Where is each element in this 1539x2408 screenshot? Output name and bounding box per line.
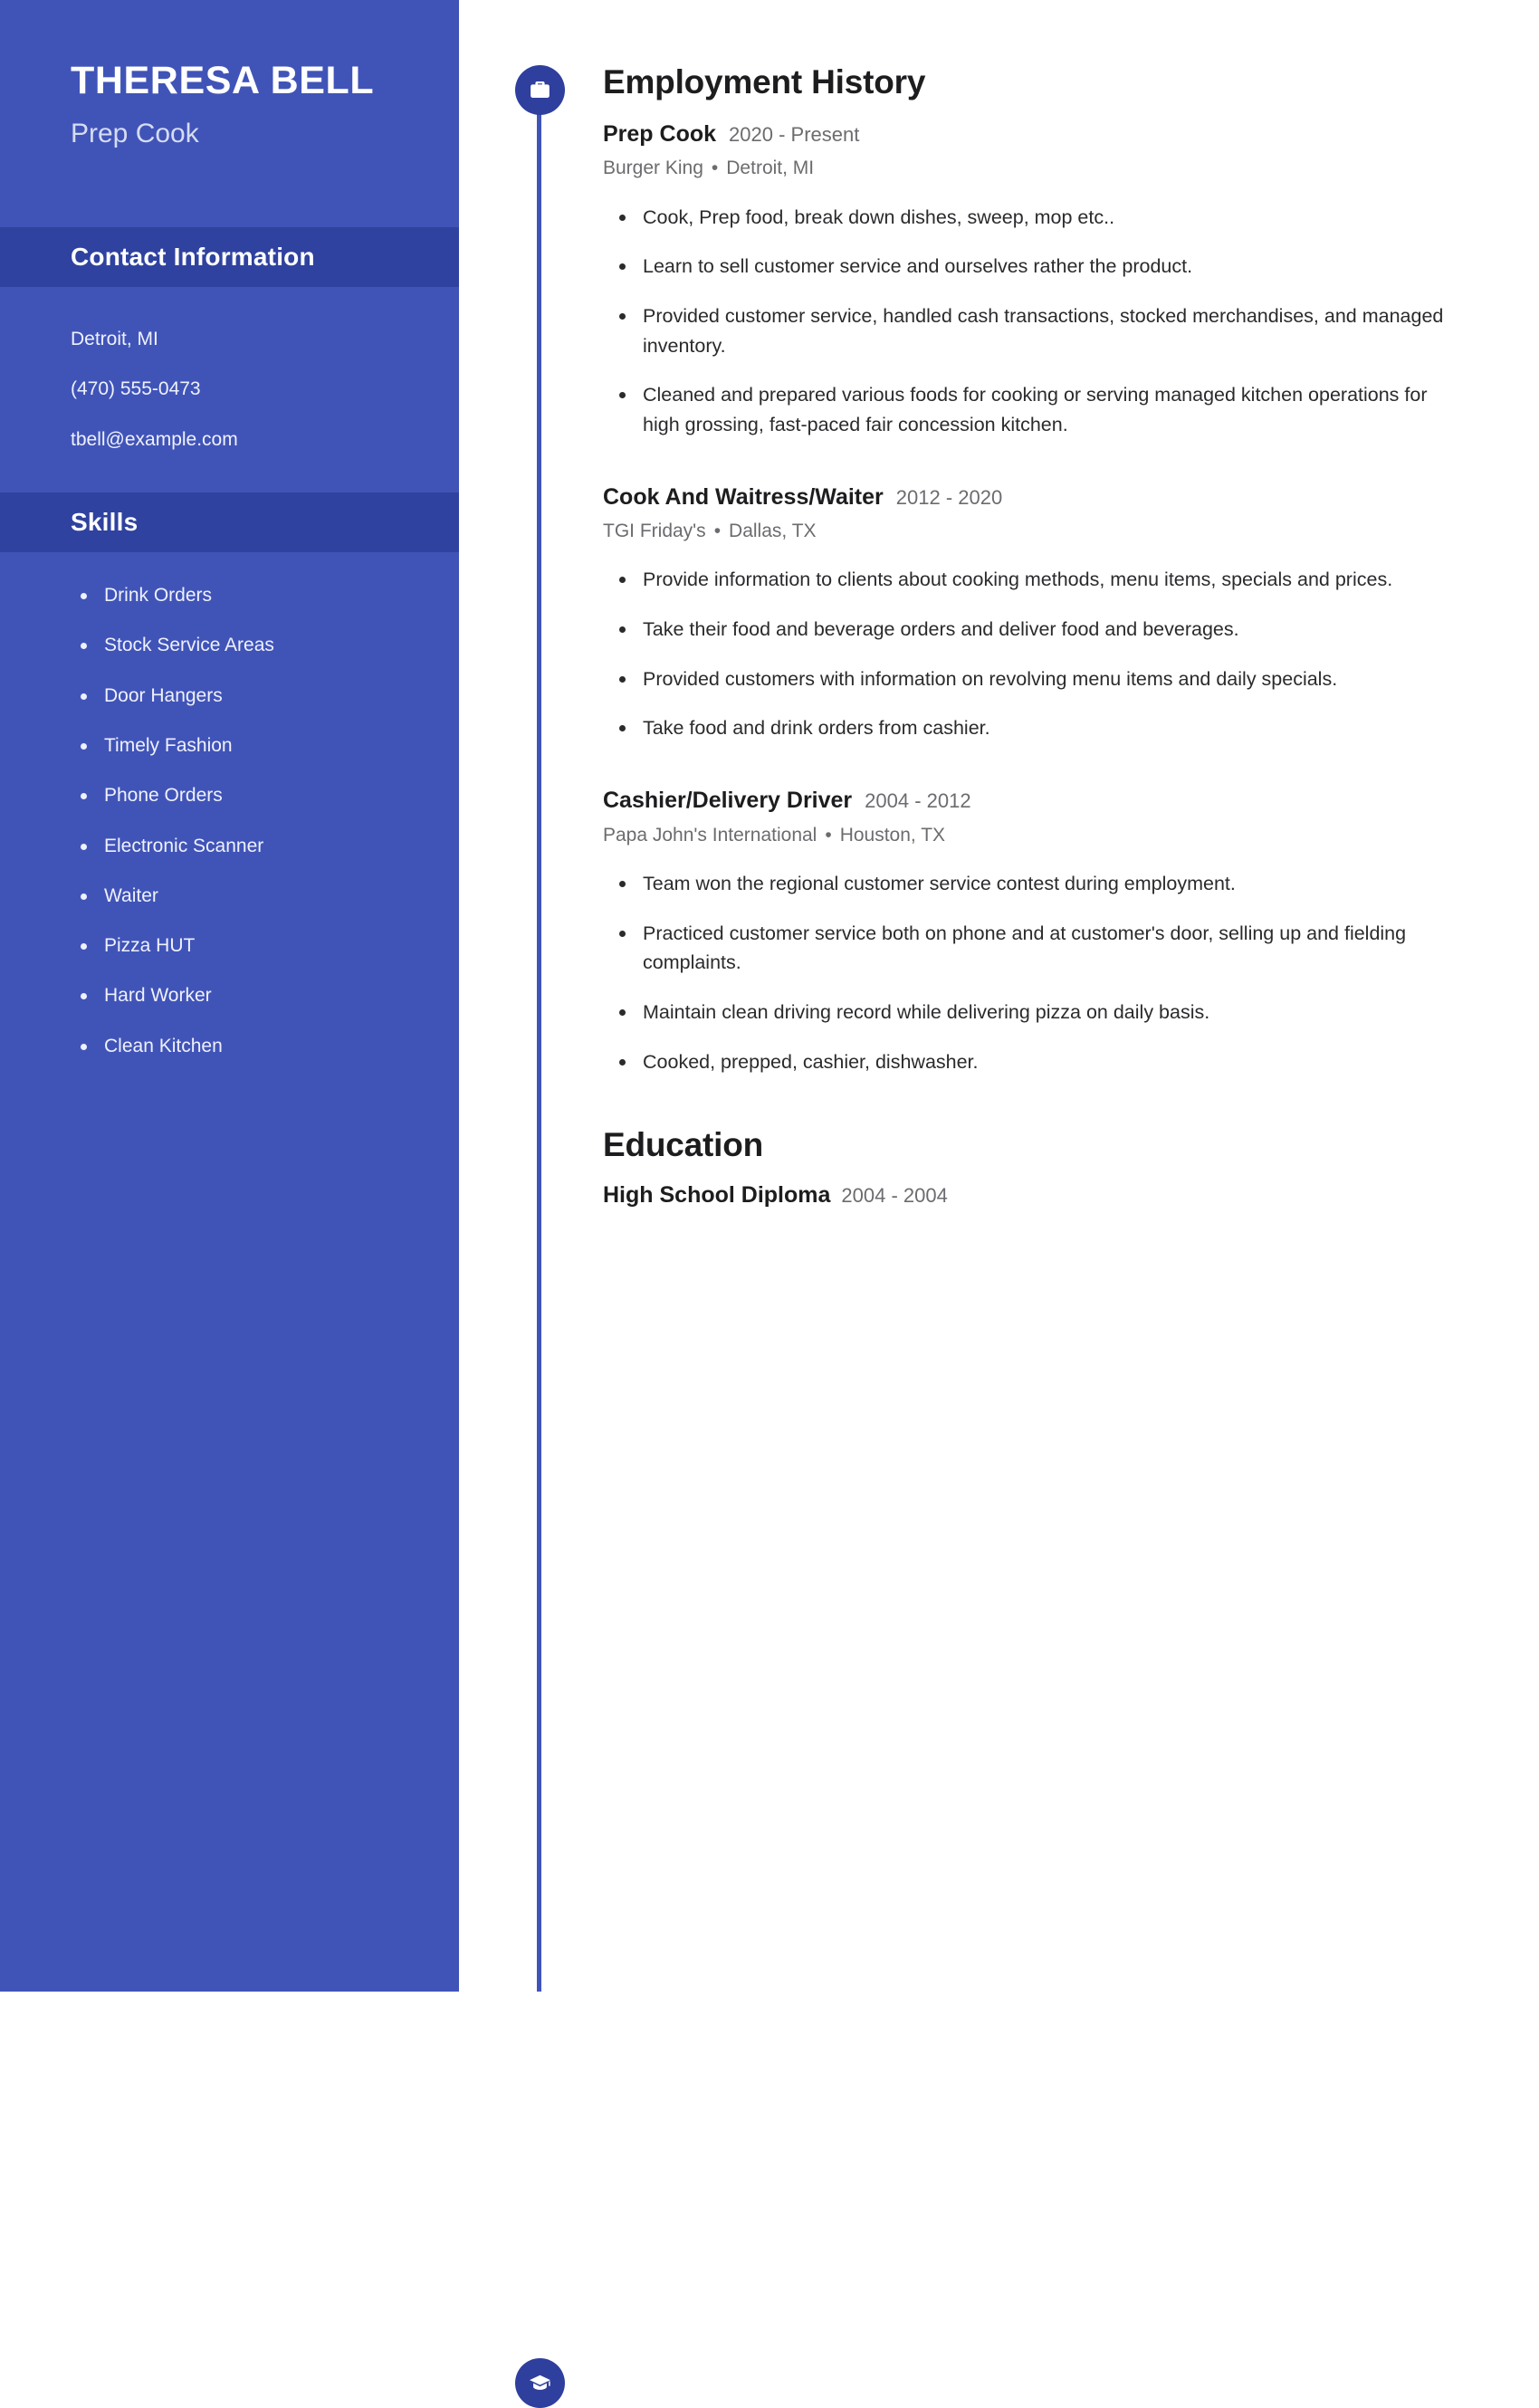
education-degree: High School Diploma [603, 1182, 831, 1209]
meta-separator: • [711, 158, 719, 179]
employment-entry-header: Cook And Waitress/Waiter 2012 - 2020 [603, 483, 1454, 511]
employment-entry-header: Cashier/Delivery Driver 2004 - 2012 [603, 787, 1454, 815]
skills-heading: Skills [71, 508, 139, 537]
contact-phone[interactable]: (470) 555-0473 [71, 377, 459, 402]
employment-entry: Cashier/Delivery Driver 2004 - 2012 Papa… [603, 787, 1454, 1076]
graduation-cap-icon [515, 2358, 565, 2408]
contact-location: Detroit, MI [71, 329, 158, 349]
contact-email[interactable]: tbell@example.com [71, 427, 459, 453]
job-title: Prep Cook [603, 120, 717, 147]
candidate-role: Prep Cook [71, 119, 199, 149]
employment-entry: Cook And Waitress/Waiter 2012 - 2020 TGI… [603, 483, 1454, 743]
job-duty-item: Learn to sell customer service and ourse… [603, 252, 1454, 282]
skill-item: Hard Worker [76, 983, 459, 1008]
skill-item: Timely Fashion [76, 733, 459, 758]
contact-information-heading: Contact Information [71, 243, 315, 271]
skill-item: Waiter [76, 884, 459, 908]
job-duty-item: Provided customer service, handled cash … [603, 301, 1454, 360]
education-title: Education [603, 1126, 764, 1164]
job-title: Cashier/Delivery Driver [603, 788, 853, 814]
job-title: Cook And Waitress/Waiter [603, 483, 884, 510]
job-duty-item: Practiced customer service both on phone… [603, 919, 1454, 978]
education-entry-header: High School Diploma 2004 - 2004 [603, 1181, 1454, 1209]
job-duty-item: Cleaned and prepared various foods for c… [603, 380, 1454, 439]
job-meta: Papa John's International • Houston, TX [603, 823, 1454, 847]
employment-entries: Prep Cook 2020 - Present Burger King • Det… [459, 120, 1539, 1076]
employment-history-section: Employment History Prep Cook 2020 - Pres… [459, 0, 1539, 1076]
job-duties-list: Team won the regional customer service c… [603, 869, 1454, 1076]
skill-item: Drink Orders [76, 583, 459, 607]
skill-item: Stock Service Areas [76, 633, 459, 657]
education-entry: High School Diploma 2004 - 2004 [603, 1181, 1454, 1209]
job-meta: TGI Friday's • Dallas, TX [603, 519, 1454, 543]
skill-item: Pizza HUT [76, 933, 459, 958]
job-dates: 2020 - Present [729, 122, 860, 146]
job-company: TGI Friday's [603, 521, 706, 542]
employment-entry: Prep Cook 2020 - Present Burger King • Det… [603, 120, 1454, 440]
education-dates: 2004 - 2004 [841, 1184, 948, 1208]
job-duty-item: Cooked, prepped, cashier, dishwasher. [603, 1047, 1454, 1077]
employment-entry-header: Prep Cook 2020 - Present [603, 120, 1454, 148]
skill-item: Door Hangers [76, 683, 459, 708]
job-dates: 2004 - 2012 [865, 789, 971, 813]
skills-heading-band: Skills [0, 492, 459, 553]
meta-separator: • [825, 824, 832, 846]
job-dates: 2012 - 2020 [895, 485, 1003, 509]
meta-separator: • [713, 521, 722, 542]
skills-list: Drink Orders Stock Service Areas Door Ha… [0, 552, 459, 1058]
job-duty-item: Take their food and beverage orders and … [603, 615, 1454, 645]
job-meta: Burger King • Detroit, MI [603, 156, 1454, 180]
job-duties-list: Cook, Prep food, break down dishes, swee… [603, 203, 1454, 440]
job-location: Detroit, MI [726, 158, 815, 179]
job-company: Burger King [603, 158, 703, 179]
skill-item: Electronic Scanner [76, 834, 459, 858]
job-company: Papa John's International [603, 824, 817, 846]
job-duties-list: Provide information to clients about coo… [603, 565, 1454, 743]
education-entries: High School Diploma 2004 - 2004 [459, 1181, 1539, 1209]
employment-history-title: Employment History [603, 63, 926, 100]
job-duty-item: Cook, Prep food, break down dishes, swee… [603, 203, 1454, 233]
briefcase-icon [515, 65, 565, 115]
education-section: Education High School Diploma 2004 - 200… [459, 1076, 1539, 2408]
skill-item: Phone Orders [76, 783, 459, 807]
main-content: Employment History Prep Cook 2020 - Pres… [459, 0, 1539, 2408]
job-duty-item: Provided customers with information on r… [603, 664, 1454, 694]
skill-item: Clean Kitchen [76, 1034, 459, 1058]
identity-block: THERESA BELL Prep Cook [0, 0, 459, 227]
sidebar: THERESA BELL Prep Cook Contact Informati… [0, 0, 459, 1992]
job-duty-item: Take food and drink orders from cashier. [603, 713, 1454, 743]
job-location: Houston, TX [839, 824, 946, 846]
job-duty-item: Team won the regional customer service c… [603, 869, 1454, 899]
job-location: Dallas, TX [729, 521, 817, 542]
job-duty-item: Maintain clean driving record while deli… [603, 998, 1454, 1027]
contact-information-heading-band: Contact Information [0, 227, 459, 287]
candidate-name: THERESA BELL [71, 59, 375, 102]
contact-list: Detroit, MI (470) 555-0473 tbell@example… [0, 287, 459, 492]
job-duty-item: Provide information to clients about coo… [603, 565, 1454, 595]
